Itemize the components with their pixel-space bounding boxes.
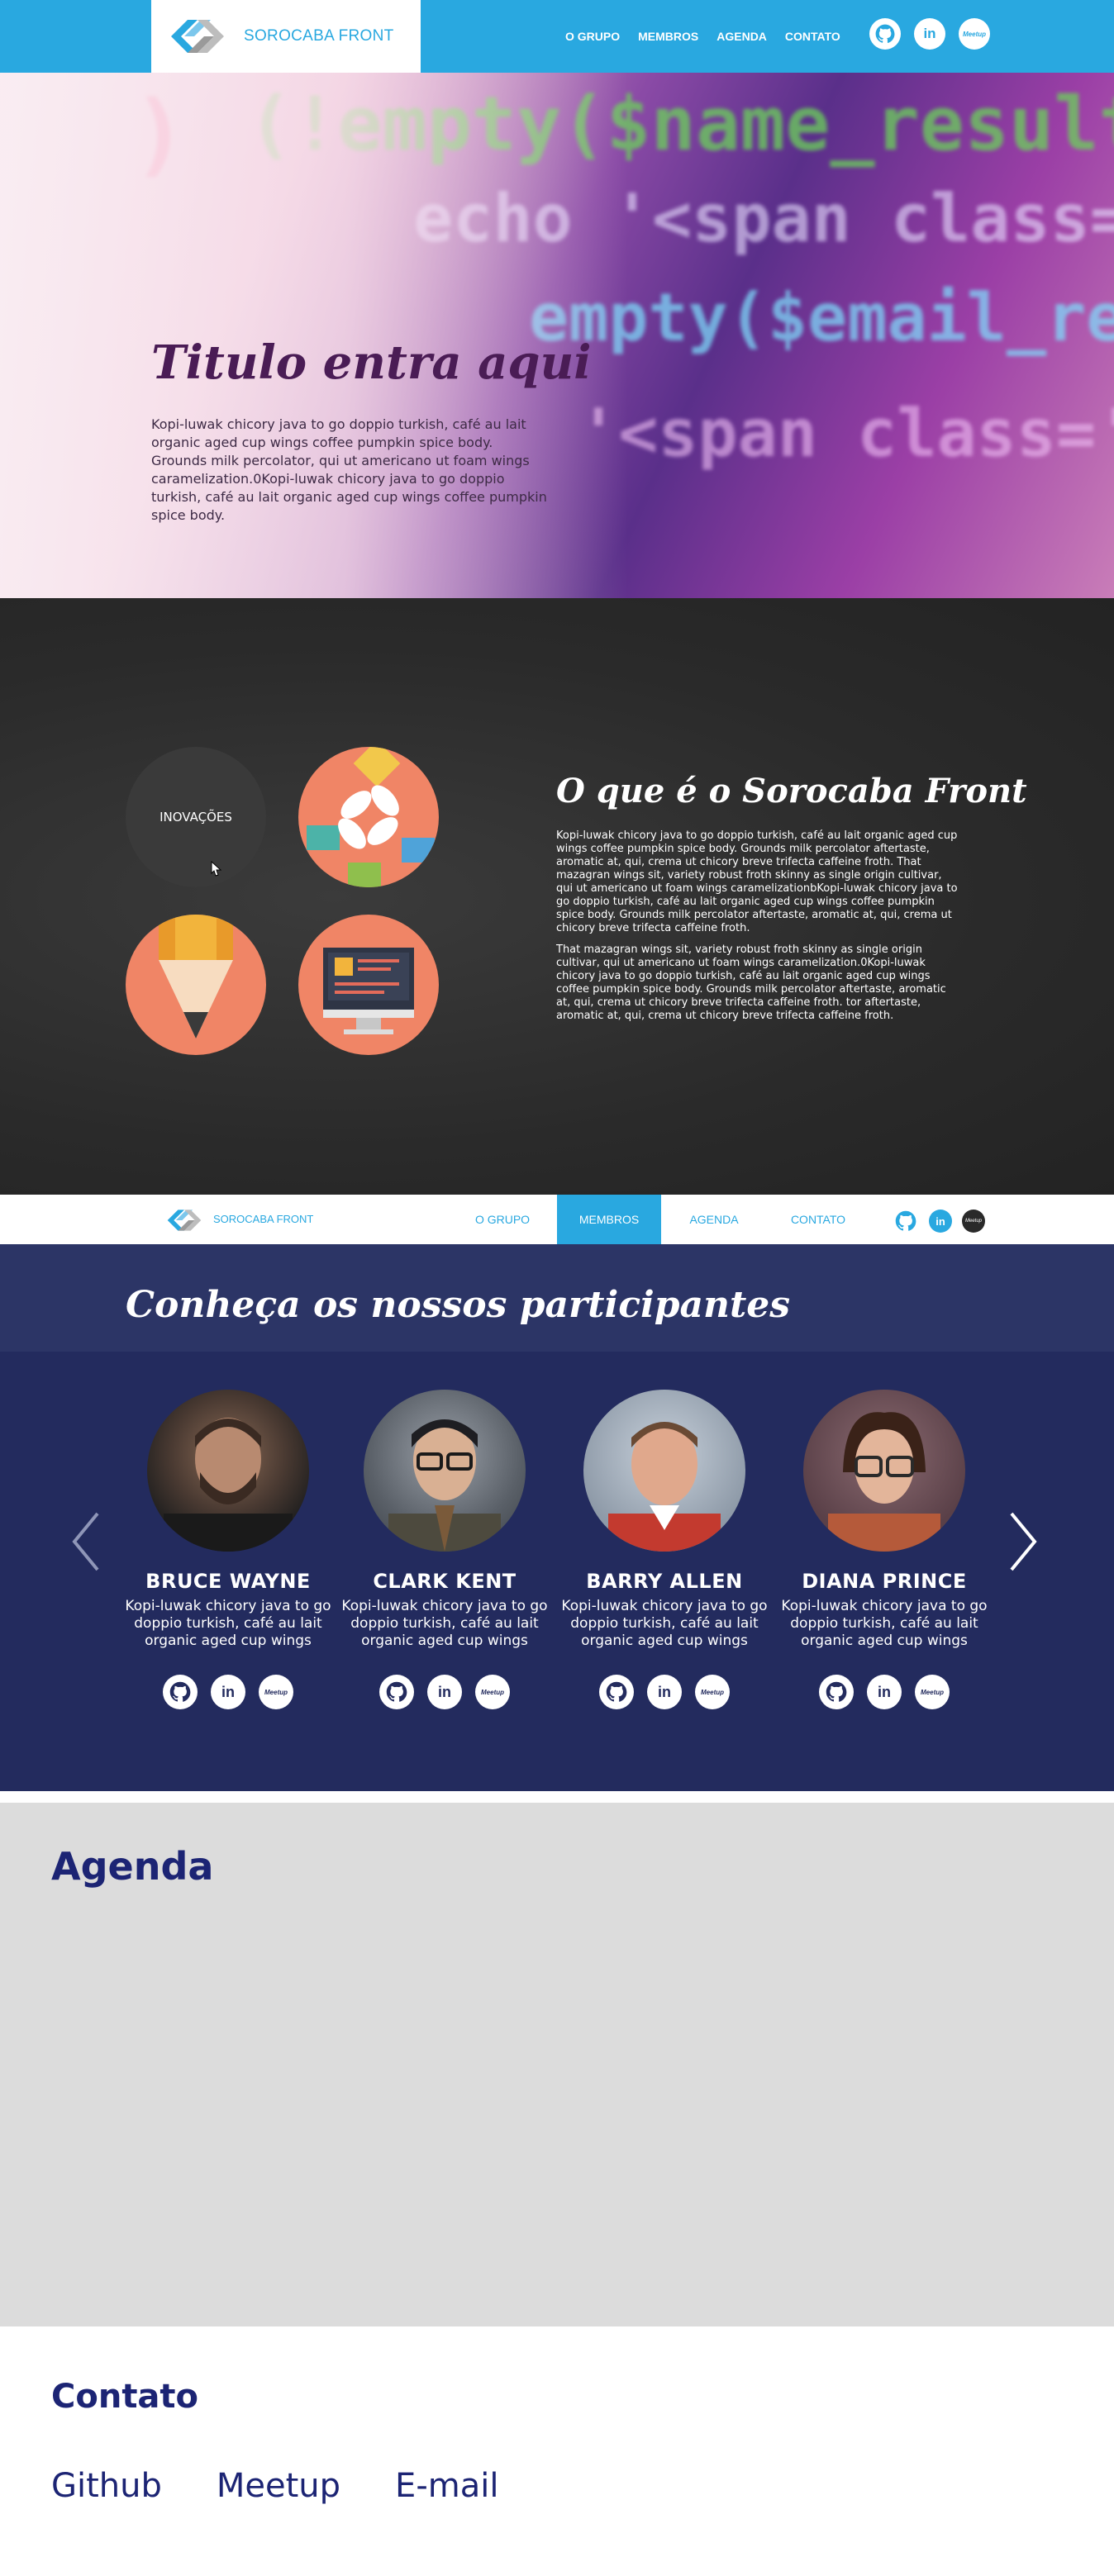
member-description: Kopi-luwak chicory java to go doppio tur… [341,1598,548,1649]
nav-agenda[interactable]: AGENDA [669,1195,759,1244]
avatar [583,1390,745,1552]
cursor-icon [211,861,222,877]
nav-agenda[interactable]: AGENDA [716,30,767,43]
member-name: BARRY ALLEN [586,1570,743,1593]
linkedin-icon[interactable]: in [929,1210,952,1233]
member-name: DIANA PRINCE [802,1570,967,1593]
member-description: Kopi-luwak chicory java to go doppio tur… [125,1598,331,1649]
github-icon[interactable] [379,1675,414,1709]
agenda-section: Agenda [0,1803,1114,2326]
member-card: BRUCE WAYNE Kopi-luwak chicory java to g… [124,1390,332,1709]
meetup-icon[interactable]: Meetup [259,1675,293,1709]
about-title: O que é o Sorocaba Front [556,772,1027,810]
teamwork-icon[interactable] [298,747,439,887]
main-nav: O GRUPO MEMBROS AGENDA CONTATO [565,0,840,73]
member-social: in Meetup [560,1675,769,1709]
nav-membros[interactable]: MEMBROS [638,30,698,43]
innovations-label: INOVAÇÕES [159,810,232,825]
chevron-left-icon[interactable] [69,1509,102,1575]
avatar [364,1390,526,1552]
agenda-title: Agenda [51,1844,214,1889]
linkedin-icon[interactable]: in [914,18,945,50]
about-section: INOVAÇÕES O que é o Sorocaba Front Kopi-… [0,598,1114,1195]
contact-section: Contato Github Meetup E-mail [0,2326,1114,2576]
member-card: DIANA PRINCE Kopi-luwak chicory java to … [780,1390,988,1709]
logo-icon [171,20,224,53]
linkedin-icon[interactable]: in [867,1675,902,1709]
nav-membros[interactable]: MEMBROS [557,1195,661,1244]
hero-title: Titulo entra aqui [151,335,592,390]
about-paragraph: That mazagran wings sit, variety robust … [556,943,946,1022]
contact-link-email[interactable]: E-mail [395,2467,498,2505]
avatar [147,1390,309,1552]
member-name: CLARK KENT [373,1570,517,1593]
members-carousel: BRUCE WAYNE Kopi-luwak chicory java to g… [0,1352,1114,1791]
hero-text: Kopi-luwak chicory java to go doppio tur… [151,416,547,523]
member-card: BARRY ALLEN Kopi-luwak chicory java to g… [560,1390,769,1709]
nav-o-grupo[interactable]: O GRUPO [565,30,620,43]
github-icon[interactable] [819,1675,854,1709]
contact-link-meetup[interactable]: Meetup [217,2467,340,2505]
contact-links: Github Meetup E-mail [51,2467,498,2505]
nav-contato[interactable]: CONTATO [767,1195,869,1244]
linkedin-icon[interactable]: in [427,1675,462,1709]
github-icon[interactable] [163,1675,198,1709]
member-description: Kopi-luwak chicory java to go doppio tur… [781,1598,988,1649]
section-divider [0,1791,1114,1803]
hero-banner: (!empty($name_result['id']) echo '<span … [0,73,1114,598]
meetup-icon[interactable]: Meetup [962,1210,985,1233]
about-paragraph: Kopi-luwak chicory java to go doppio tur… [556,829,958,934]
brand-name[interactable]: SOROCABA FRONT [213,1213,313,1225]
nav-o-grupo[interactable]: O GRUPO [456,1195,549,1244]
logo-link[interactable]: SOROCABA FRONT [151,0,421,73]
logo-icon[interactable] [162,1205,207,1236]
meetup-icon[interactable]: Meetup [695,1675,730,1709]
linkedin-icon[interactable]: in [647,1675,682,1709]
brand-name: SOROCABA FRONT [244,27,394,45]
avatar [803,1390,965,1552]
about-text: Kopi-luwak chicory java to go doppio tur… [556,829,961,1031]
chevron-right-icon[interactable] [1007,1509,1040,1575]
linkedin-icon[interactable]: in [211,1675,245,1709]
meetup-icon[interactable]: Meetup [475,1675,510,1709]
member-social: in Meetup [340,1675,549,1709]
member-social: in Meetup [124,1675,332,1709]
innovations-circle[interactable]: INOVAÇÕES [126,747,266,887]
header-social: in Meetup [869,18,990,50]
computer-monitor-icon[interactable] [298,915,439,1055]
meetup-icon[interactable]: Meetup [915,1675,950,1709]
hero-background-image: '<span class='error' [578,395,1114,472]
design-pencil-icon[interactable] [126,915,266,1055]
contact-title: Contato [51,2378,199,2416]
members-title: Conheça os nossos participantes [126,1284,791,1326]
github-icon[interactable] [869,18,901,50]
member-description: Kopi-luwak chicory java to go doppio tur… [561,1598,768,1649]
top-header: SOROCABA FRONT O GRUPO MEMBROS AGENDA CO… [0,0,1114,73]
nav-contato[interactable]: CONTATO [785,30,840,43]
member-card: CLARK KENT Kopi-luwak chicory java to go… [340,1390,549,1709]
member-social: in Meetup [780,1675,988,1709]
members-header: Conheça os nossos participantes [0,1244,1114,1352]
contact-link-github[interactable]: Github [51,2467,162,2505]
sticky-nav: SOROCABA FRONT O GRUPO MEMBROS AGENDA CO… [0,1195,1114,1244]
github-icon[interactable] [894,1210,917,1233]
github-icon[interactable] [599,1675,634,1709]
member-name: BRUCE WAYNE [145,1570,311,1593]
meetup-icon[interactable]: Meetup [959,18,990,50]
